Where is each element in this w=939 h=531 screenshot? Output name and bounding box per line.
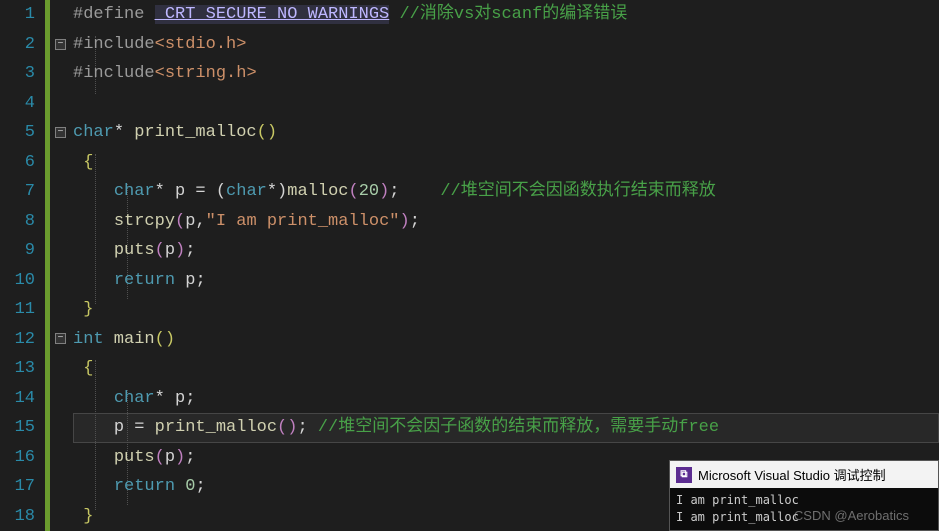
fold-toggle-icon[interactable]: −: [55, 333, 66, 344]
line-number[interactable]: 17: [0, 472, 35, 502]
code-line[interactable]: strcpy(p,"I am print_malloc");: [73, 207, 939, 237]
change-indicator-margin: [45, 0, 53, 531]
code-line[interactable]: }: [73, 295, 939, 325]
line-number[interactable]: 2: [0, 30, 35, 60]
line-number[interactable]: 15: [0, 413, 35, 443]
fold-toggle-icon[interactable]: −: [55, 39, 66, 50]
code-line[interactable]: {: [73, 148, 939, 178]
code-line[interactable]: puts(p);: [73, 236, 939, 266]
line-number[interactable]: 13: [0, 354, 35, 384]
line-number[interactable]: 10: [0, 266, 35, 296]
line-number-gutter: 1 2 3 4 5 6 7 8 9 10 11 12 13 14 15 16 1…: [0, 0, 45, 531]
code-line[interactable]: p = print_malloc(); //堆空间不会因子函数的结束而释放，需要…: [73, 413, 939, 443]
line-number[interactable]: 18: [0, 502, 35, 531]
line-number[interactable]: 9: [0, 236, 35, 266]
code-line[interactable]: char* print_malloc(): [73, 118, 939, 148]
fold-gutter: − − −: [53, 0, 73, 531]
line-number[interactable]: 12: [0, 325, 35, 355]
code-line[interactable]: #define _CRT_SECURE_NO_WARNINGS //消除vs对s…: [73, 0, 939, 30]
line-number[interactable]: 1: [0, 0, 35, 30]
console-title-text: Microsoft Visual Studio 调试控制: [698, 465, 886, 484]
console-titlebar[interactable]: ⧉ Microsoft Visual Studio 调试控制: [670, 461, 938, 488]
line-number[interactable]: 8: [0, 207, 35, 237]
code-line[interactable]: {: [73, 354, 939, 384]
line-number[interactable]: 11: [0, 295, 35, 325]
code-line[interactable]: return p;: [73, 266, 939, 296]
code-content[interactable]: #define _CRT_SECURE_NO_WARNINGS //消除vs对s…: [73, 0, 939, 531]
code-line[interactable]: char* p;: [73, 384, 939, 414]
watermark-text: CSDN @Aerobatics: [794, 508, 909, 523]
line-number[interactable]: 7: [0, 177, 35, 207]
line-number[interactable]: 16: [0, 443, 35, 473]
fold-toggle-icon[interactable]: −: [55, 127, 66, 138]
code-line[interactable]: #include<string.h>: [73, 59, 939, 89]
code-line[interactable]: [73, 89, 939, 119]
line-number[interactable]: 3: [0, 59, 35, 89]
code-editor: 1 2 3 4 5 6 7 8 9 10 11 12 13 14 15 16 1…: [0, 0, 939, 531]
code-line[interactable]: int main(): [73, 325, 939, 355]
code-line[interactable]: char* p = (char*)malloc(20); //堆空间不会因函数执…: [73, 177, 939, 207]
line-number[interactable]: 5: [0, 118, 35, 148]
line-number[interactable]: 4: [0, 89, 35, 119]
visual-studio-icon: ⧉: [676, 467, 692, 483]
line-number[interactable]: 14: [0, 384, 35, 414]
line-number[interactable]: 6: [0, 148, 35, 178]
console-line: I am print_malloc: [676, 492, 932, 509]
change-bar: [45, 0, 50, 531]
code-line[interactable]: #include<stdio.h>: [73, 30, 939, 60]
